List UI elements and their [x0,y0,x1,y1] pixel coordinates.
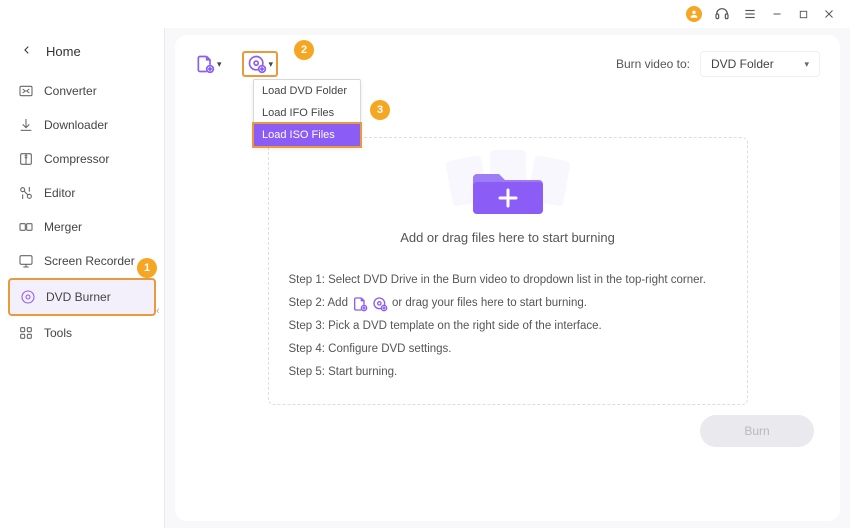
downloader-icon [18,117,34,133]
burn-button[interactable]: Burn [700,415,814,447]
sidebar-item-converter[interactable]: Converter [8,74,156,108]
sidebar-item-merger[interactable]: Merger [8,210,156,244]
step-1: Step 1: Select DVD Drive in the Burn vid… [289,269,727,292]
step-5: Step 5: Start burning. [289,361,727,384]
add-folder-icon [473,162,543,216]
sidebar-item-label: Tools [44,326,72,340]
dvd-burner-icon [20,289,36,305]
add-file-button[interactable]: ▾ [195,54,222,74]
toolbar: ▾ ▾ Load DVD Folder Load IFO Files Load … [195,51,820,77]
add-disc-icon [372,296,388,312]
sidebar-item-label: DVD Burner [46,290,111,304]
minimize-button[interactable] [770,7,784,21]
sidebar-item-label: Merger [44,220,82,234]
menu-item-load-ifo-files[interactable]: Load IFO Files [254,102,360,124]
caret-down-icon: ▾ [804,59,809,70]
home-nav[interactable]: Home [0,34,164,74]
sidebar-item-label: Screen Recorder [44,254,135,268]
title-bar [0,0,850,28]
add-file-icon [352,296,368,312]
home-label: Home [46,44,81,59]
step-4: Step 4: Configure DVD settings. [289,338,727,361]
content-panel: ▾ ▾ Load DVD Folder Load IFO Files Load … [175,35,840,521]
burn-to-dropdown[interactable]: DVD Folder ▾ [700,51,820,77]
sidebar-item-tools[interactable]: Tools [8,316,156,350]
close-button[interactable] [822,7,836,21]
user-avatar-icon[interactable] [686,6,702,22]
step-2: Step 2: Add or drag your files here to s… [289,292,727,315]
footer: Burn [195,405,820,447]
compressor-icon [18,151,34,167]
caret-down-icon: ▾ [217,59,222,70]
menu-item-load-dvd-folder[interactable]: Load DVD Folder [254,80,360,102]
steps-help: Step 1: Select DVD Drive in the Burn vid… [289,269,727,384]
converter-icon [18,83,34,99]
step-3: Step 3: Pick a DVD template on the right… [289,315,727,338]
tutorial-marker-3: 3 [370,100,390,120]
editor-icon [18,185,34,201]
caret-down-icon: ▾ [269,59,274,70]
burn-to-control: Burn video to: DVD Folder ▾ [616,51,820,77]
back-chevron-icon [22,42,32,60]
burn-to-value: DVD Folder [711,57,774,71]
dvd-load-menu: Load DVD Folder Load IFO Files Load ISO … [253,79,361,147]
add-file-icon [195,54,215,74]
sidebar-item-label: Downloader [44,118,108,132]
sidebar-item-label: Editor [44,186,75,200]
tools-icon [18,325,34,341]
tutorial-marker-1: 1 [137,258,157,278]
sidebar-item-editor[interactable]: Editor [8,176,156,210]
sidebar-item-label: Compressor [44,152,109,166]
add-disc-icon [247,54,267,74]
drop-zone[interactable]: Add or drag files here to start burning … [268,137,748,405]
sidebar-item-downloader[interactable]: Downloader [8,108,156,142]
sidebar-item-screen-recorder[interactable]: Screen Recorder [8,244,156,278]
sidebar-item-label: Converter [44,84,97,98]
sidebar-item-compressor[interactable]: Compressor [8,142,156,176]
merger-icon [18,219,34,235]
burn-to-label: Burn video to: [616,57,690,71]
tutorial-marker-2: 2 [294,40,314,60]
menu-item-load-iso-files[interactable]: Load ISO Files [252,122,362,148]
collapse-chevron-icon[interactable]: ‹ [156,305,160,317]
add-dvd-button[interactable]: ▾ [242,51,279,77]
sidebar-item-dvd-burner[interactable]: DVD Burner [8,278,156,316]
maximize-button[interactable] [796,7,810,21]
hamburger-icon[interactable] [742,6,758,22]
sidebar: Home Converter Downloader Compressor Edi… [0,28,165,528]
main-area: ▾ ▾ Load DVD Folder Load IFO Files Load … [165,28,850,528]
screen-recorder-icon [18,253,34,269]
support-icon[interactable] [714,6,730,22]
drop-zone-text: Add or drag files here to start burning [289,230,727,245]
